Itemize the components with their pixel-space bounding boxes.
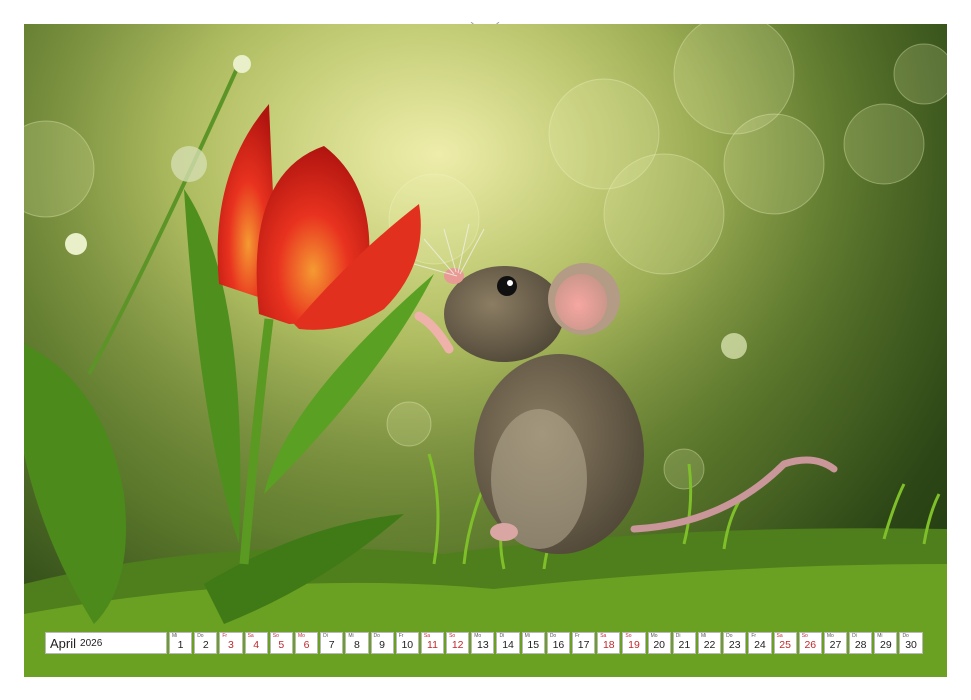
day-number: 15 — [527, 639, 540, 651]
day-number: 24 — [754, 639, 766, 651]
month-name: April — [50, 635, 77, 651]
day-number: 19 — [628, 639, 640, 651]
day-cell: Di 21 — [672, 632, 696, 654]
day-cell: Sa 11 — [420, 632, 445, 654]
day-number: 25 — [779, 639, 791, 651]
calendar-photo — [24, 24, 947, 677]
day-number: 11 — [427, 639, 438, 651]
day-number: 26 — [804, 639, 817, 651]
day-number: 27 — [829, 639, 842, 651]
day-cell: So 12 — [446, 632, 470, 654]
day-cell: Do 9 — [370, 632, 394, 654]
day-cell: Di 14 — [496, 632, 520, 654]
day-cell: Di 28 — [849, 632, 873, 654]
day-number: 4 — [253, 639, 260, 651]
day-cells: Mi 1 Do 2 Fr 3 Sa 4 So 5 Mo 6 Di 7 Mi 8 Do 9 Fr 10 Sa 11 So 12 M… — [169, 632, 923, 654]
day-number: 23 — [728, 639, 741, 651]
day-number: 17 — [577, 639, 590, 651]
calendar-strip: April 2026 Mi 1 Do 2 Fr 3 Sa 4 So 5 Mo 6 Di 7 Mi 8 Do 9 Fr… — [45, 632, 923, 654]
day-number: 18 — [602, 639, 615, 651]
day-cell: Mo 27 — [823, 632, 848, 654]
day-cell: Do 30 — [899, 632, 923, 654]
day-cell: Mi 22 — [697, 632, 722, 654]
day-cell: Fr 24 — [748, 632, 772, 654]
day-number: 9 — [379, 639, 386, 651]
day-cell: So 5 — [269, 632, 293, 654]
day-number: 2 — [202, 639, 209, 651]
day-number: 29 — [880, 639, 892, 651]
day-cell: Fr 10 — [395, 632, 419, 654]
day-cell: So 19 — [622, 632, 646, 654]
day-cell: Mi 1 — [169, 632, 193, 654]
day-number: 6 — [303, 639, 310, 651]
day-cell: Fr 17 — [572, 632, 596, 654]
day-number: 16 — [552, 639, 565, 651]
day-number: 12 — [451, 639, 464, 651]
day-number: 13 — [477, 639, 489, 651]
day-cell: Sa 4 — [244, 632, 268, 654]
day-cell: Di 7 — [320, 632, 344, 654]
day-number: 5 — [278, 639, 285, 651]
day-cell: Do 16 — [546, 632, 570, 654]
day-cell: Mi 29 — [874, 632, 898, 654]
day-number: 10 — [401, 639, 414, 651]
month-label-box: April 2026 — [45, 632, 167, 654]
day-number: 20 — [653, 639, 665, 651]
day-number: 21 — [678, 639, 691, 651]
day-cell: Sa 18 — [597, 632, 621, 654]
day-cell: Mi 15 — [521, 632, 545, 654]
day-cell: Fr 3 — [219, 632, 243, 654]
day-cell: Do 23 — [723, 632, 747, 654]
day-cell: Do 2 — [194, 632, 218, 654]
day-cell: So 26 — [798, 632, 822, 654]
day-number: 8 — [353, 639, 360, 651]
day-number: 22 — [703, 639, 716, 651]
day-cell: Mo 20 — [647, 632, 671, 654]
mouse-tulip-illustration — [24, 24, 947, 677]
day-cell: Mo 13 — [471, 632, 495, 654]
day-number: 14 — [502, 639, 514, 651]
day-cell: Sa 25 — [773, 632, 797, 654]
day-number: 28 — [854, 639, 867, 651]
year-label: 2026 — [80, 637, 103, 649]
day-number: 7 — [328, 639, 335, 651]
day-number: 30 — [905, 639, 917, 651]
day-number: 1 — [177, 639, 184, 651]
day-cell: Mi 8 — [345, 632, 369, 654]
day-number: 3 — [228, 639, 234, 651]
day-cell: Mo 6 — [294, 632, 319, 654]
